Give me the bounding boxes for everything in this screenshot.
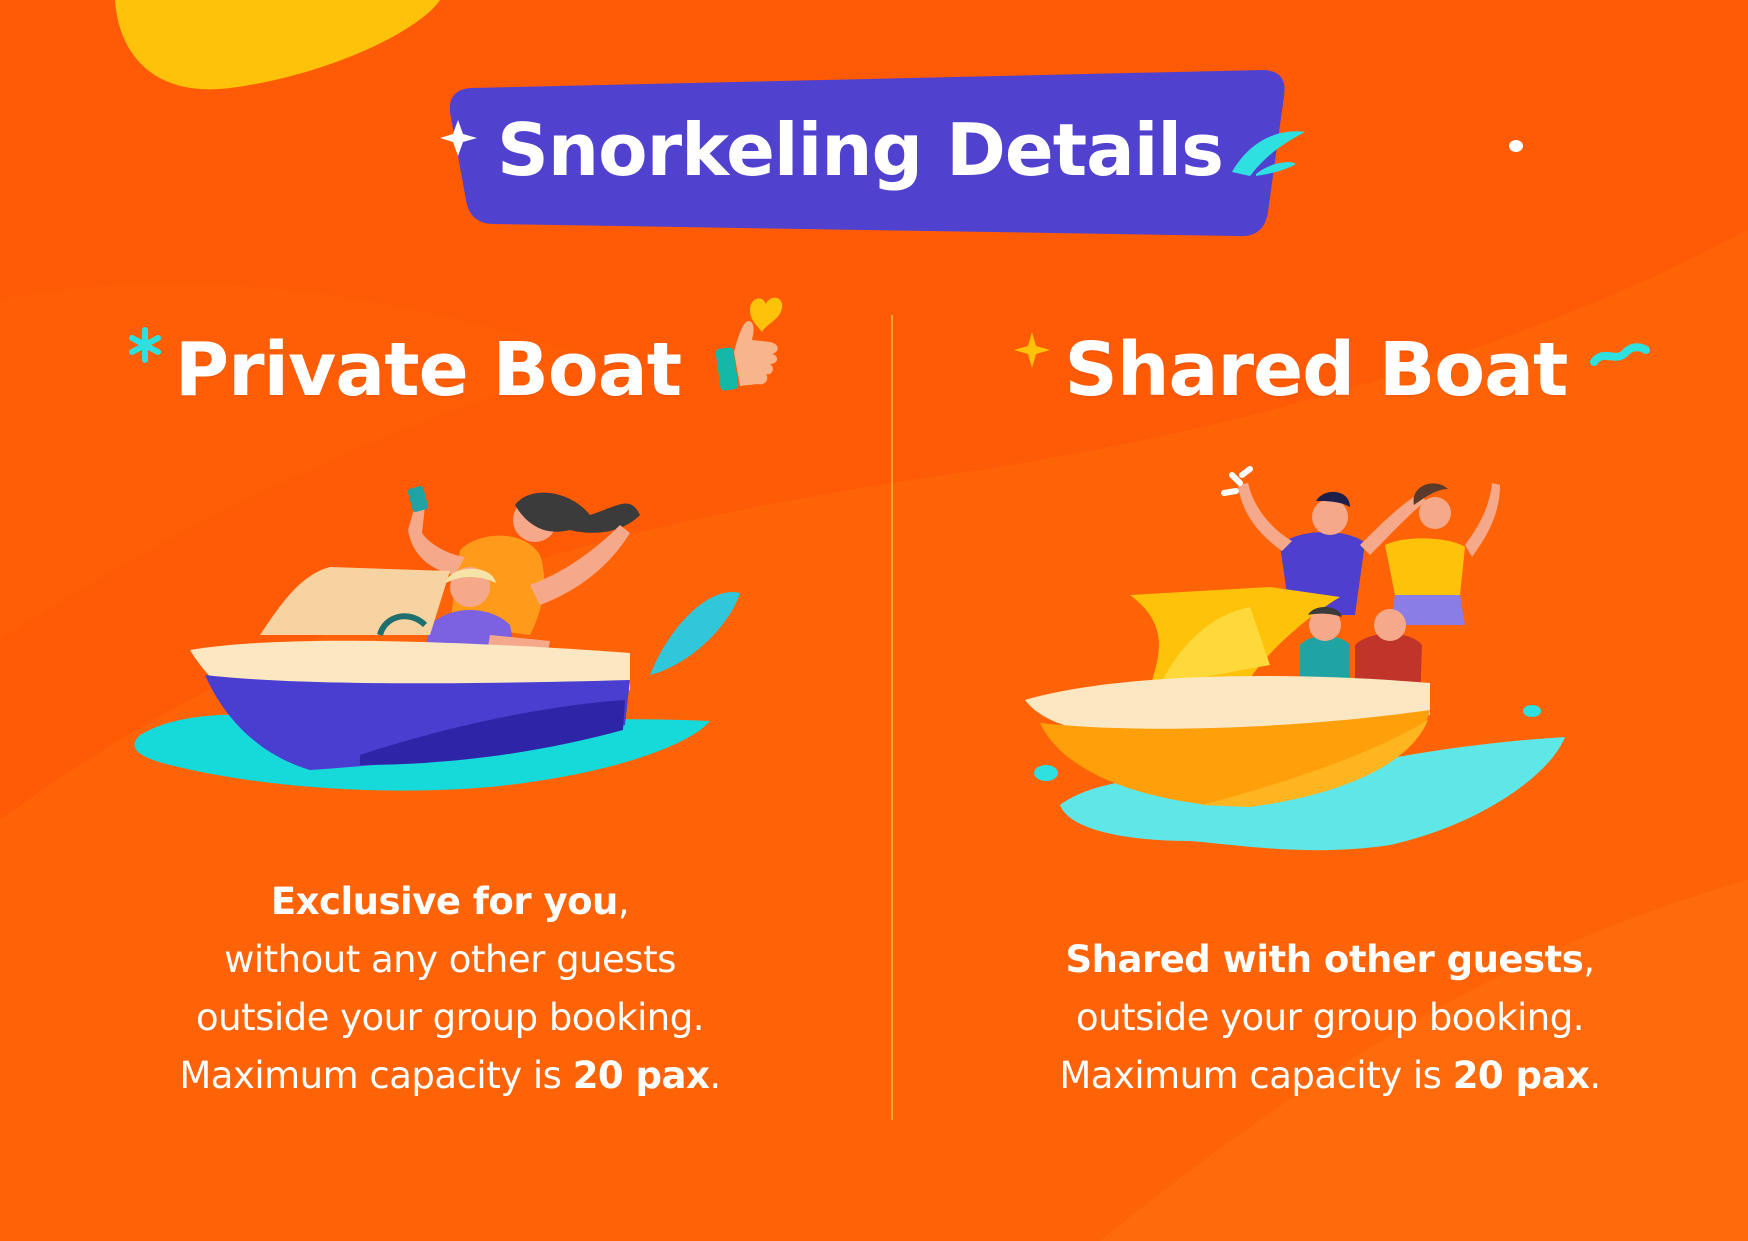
shared-desc-line-1: Shared with other guests, bbox=[1065, 938, 1595, 981]
dot-icon bbox=[1509, 140, 1523, 152]
private-boat-illustration bbox=[134, 486, 740, 791]
shared-boat-description: Shared with other guests, outside your g… bbox=[960, 931, 1700, 1105]
splash-icon bbox=[650, 591, 740, 675]
private-desc-line-3: outside your group booking. bbox=[195, 996, 705, 1039]
star-icon bbox=[1014, 332, 1050, 368]
asterisk-icon bbox=[129, 327, 161, 363]
shared-boat-illustration bbox=[1025, 466, 1565, 851]
private-exclusive-text: Exclusive for you bbox=[270, 880, 618, 923]
private-capacity-value: 20 pax bbox=[572, 1054, 710, 1097]
shared-boat-heading: Shared Boat bbox=[1064, 327, 1569, 413]
shared-desc-line-3: Maximum capacity is 20 pax. bbox=[1059, 1054, 1601, 1097]
shared-guests-text: Shared with other guests bbox=[1065, 938, 1584, 981]
private-desc-line-2: without any other guests bbox=[224, 938, 676, 981]
private-boat-description: Exclusive for you, without any other gue… bbox=[80, 873, 820, 1105]
private-desc-line-1: Exclusive for you, bbox=[270, 880, 630, 923]
shared-desc-line-2: outside your group booking. bbox=[1075, 996, 1585, 1039]
column-divider bbox=[891, 315, 893, 1120]
wave-squiggle-icon bbox=[1590, 343, 1650, 366]
shared-capacity-value: 20 pax bbox=[1452, 1054, 1590, 1097]
thumbs-up-icon bbox=[715, 297, 783, 391]
private-desc-line-4: Maximum capacity is 20 pax. bbox=[179, 1054, 721, 1097]
page-title: Snorkeling Details bbox=[497, 108, 1224, 192]
private-boat-heading: Private Boat bbox=[174, 327, 682, 413]
